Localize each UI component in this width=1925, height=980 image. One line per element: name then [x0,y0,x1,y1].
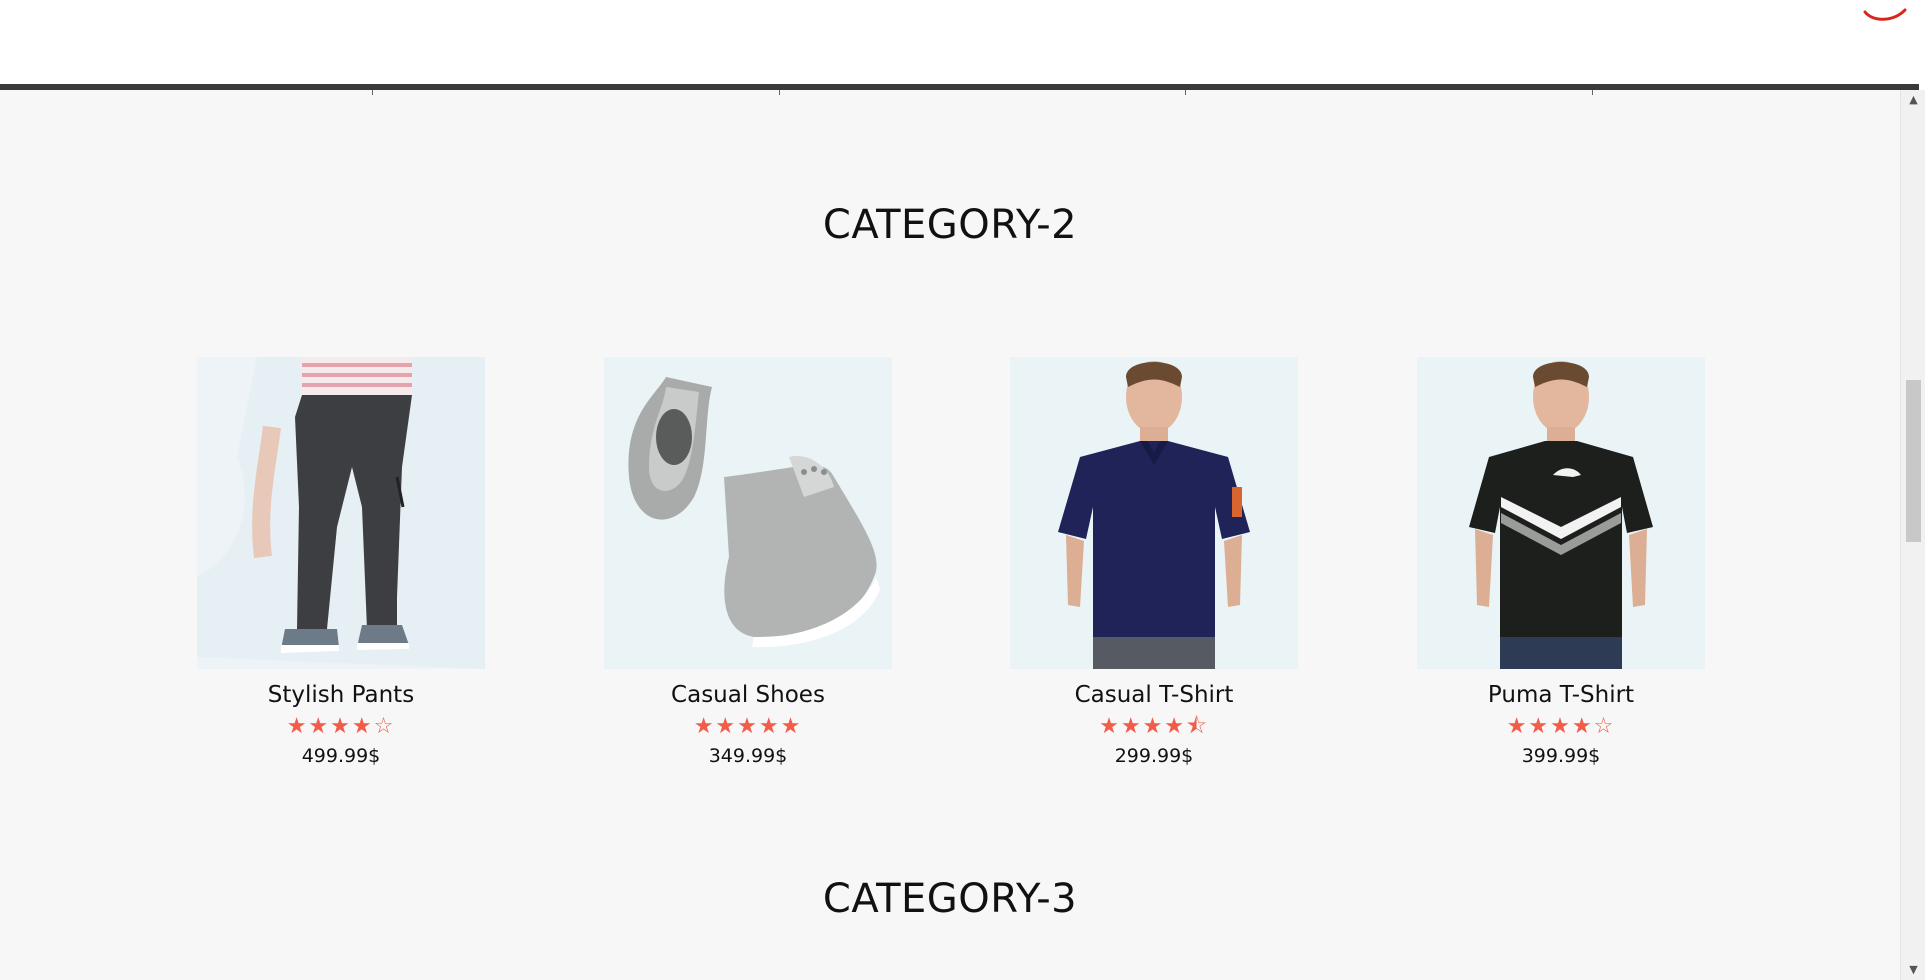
top-header [0,0,1925,90]
product-price: 299.99$ [1114,745,1194,767]
polo-shirt-illustration [1010,357,1298,669]
product-name[interactable]: Puma T-Shirt [1416,682,1706,708]
star-rating: ★★★★⯪ [1099,714,1209,739]
product-price: 399.99$ [1521,745,1601,767]
product-image-polo-shirt[interactable] [1010,357,1298,669]
product-price: 349.99$ [708,745,788,767]
product-grid: Stylish Pants ★★★★☆ 499.99$ Casual Shoes… [0,357,1900,797]
product-card-puma-t-shirt[interactable]: Puma T-Shirt ★★★★☆ 399.99$ [1416,357,1706,767]
main-content: CATEGORY-2 Stylish Pants ★★★★☆ 499.99$ C… [0,90,1900,980]
product-image-pants[interactable] [197,357,485,669]
product-card-casual-t-shirt[interactable]: Casual T-Shirt ★★★★⯪ 299.99$ [1009,357,1299,767]
section-title-category-2: CATEGORY-2 [822,202,1078,248]
vertical-scrollbar[interactable]: ▲ ▼ [1900,90,1925,980]
puma-tshirt-illustration [1417,357,1705,669]
star-rating: ★★★★☆ [286,714,396,739]
scroll-down-arrow-icon[interactable]: ▼ [1901,960,1925,980]
star-rating: ★★★★☆ [1506,714,1616,739]
product-name[interactable]: Stylish Pants [196,682,486,708]
product-image-puma-tshirt[interactable] [1417,357,1705,669]
red-scribble-icon [1863,8,1907,21]
product-card-casual-shoes[interactable]: Casual Shoes ★★★★★ 349.99$ [603,357,893,767]
product-name[interactable]: Casual T-Shirt [1009,682,1299,708]
product-image-shoes[interactable] [604,357,892,669]
divider-ticks [0,90,1900,96]
scrollbar-thumb[interactable] [1906,380,1921,542]
scroll-up-arrow-icon[interactable]: ▲ [1901,90,1925,110]
product-name[interactable]: Casual Shoes [603,682,893,708]
product-price: 499.99$ [301,745,381,767]
shoes-illustration [604,357,892,669]
product-card-stylish-pants[interactable]: Stylish Pants ★★★★☆ 499.99$ [196,357,486,767]
star-rating: ★★★★★ [693,714,803,739]
pants-illustration [197,357,485,669]
section-title-category-3: CATEGORY-3 [822,876,1078,922]
